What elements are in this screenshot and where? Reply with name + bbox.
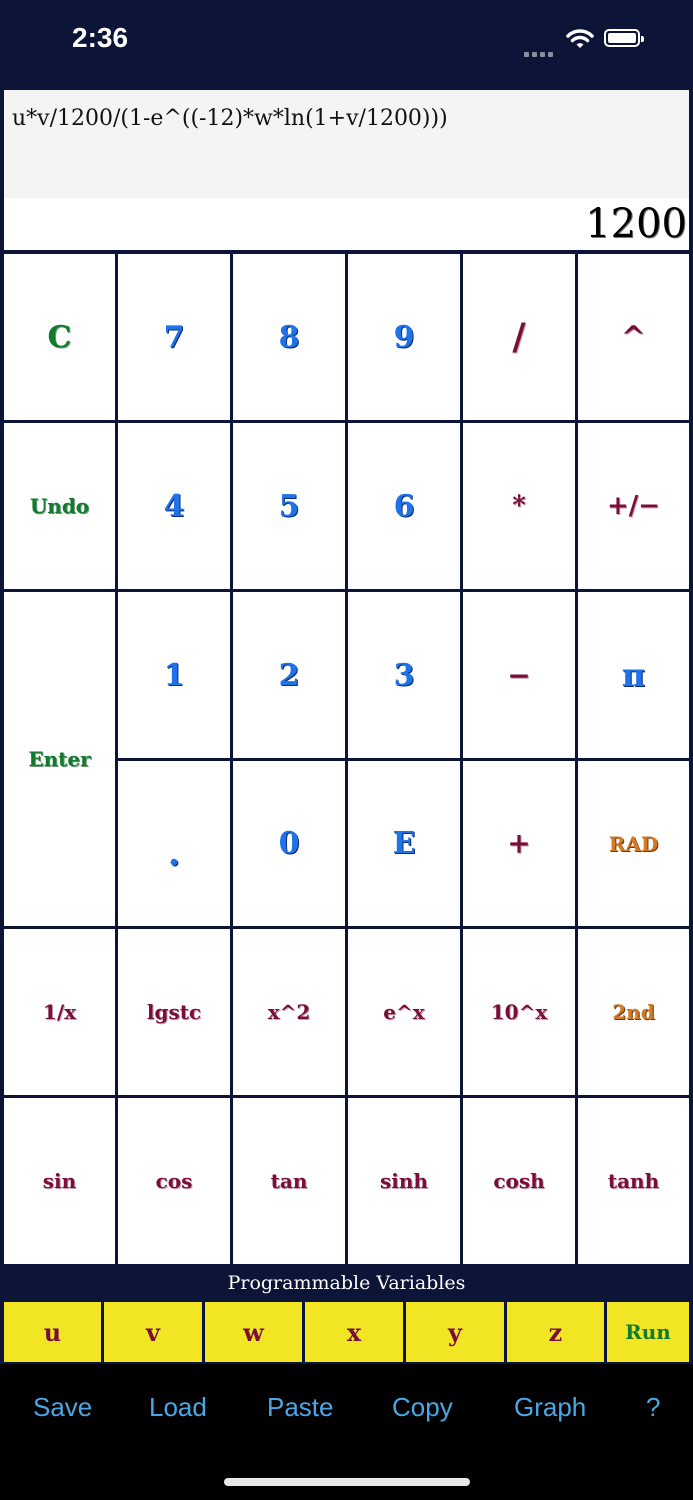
pi-button[interactable]: π	[578, 592, 689, 758]
status-time: 2:36	[72, 22, 129, 53]
variable-y-button[interactable]: y	[406, 1302, 504, 1362]
decimal-point-button[interactable]: .	[118, 761, 230, 926]
battery-icon	[604, 29, 644, 47]
lgstc-button[interactable]: lgstc	[118, 929, 230, 1095]
power-button[interactable]: ^	[578, 254, 689, 420]
variable-u-button[interactable]: u	[4, 1302, 101, 1362]
negate-button[interactable]: +/−	[578, 423, 689, 589]
undo-button[interactable]: Undo	[4, 423, 115, 589]
cos-button[interactable]: cos	[118, 1098, 230, 1264]
run-button[interactable]: Run	[607, 1302, 689, 1362]
variable-v-button[interactable]: v	[104, 1302, 202, 1362]
minus-button[interactable]: −	[463, 592, 575, 758]
key-5[interactable]: 5	[233, 423, 345, 589]
key-3[interactable]: 3	[348, 592, 460, 758]
tan-button[interactable]: tan	[233, 1098, 345, 1264]
key-1[interactable]: 1	[118, 592, 230, 758]
e-power-button[interactable]: e^x	[348, 929, 460, 1095]
enter-button[interactable]: Enter	[4, 592, 115, 926]
variable-z-button[interactable]: z	[507, 1302, 604, 1362]
help-button[interactable]: ?	[646, 1392, 660, 1423]
square-button[interactable]: x^2	[233, 929, 345, 1095]
key-7[interactable]: 7	[118, 254, 230, 420]
variables-bar: u v w x y z Run	[0, 1302, 693, 1364]
reciprocal-button[interactable]: 1/x	[4, 929, 115, 1095]
status-bar: 2:36	[0, 0, 693, 88]
rad-button[interactable]: RAD	[578, 761, 689, 926]
expression-display[interactable]: u*v/1200/(1-e^((-12)*w*ln(1+v/1200)))	[4, 90, 689, 198]
cosh-button[interactable]: cosh	[463, 1098, 575, 1264]
exponent-button[interactable]: E	[348, 761, 460, 926]
clear-button[interactable]: C	[4, 254, 115, 420]
result-display: 1200	[4, 198, 689, 250]
variable-x-button[interactable]: x	[305, 1302, 403, 1362]
graph-button[interactable]: Graph	[514, 1392, 586, 1423]
divide-button[interactable]: /	[463, 254, 575, 420]
sinh-button[interactable]: sinh	[348, 1098, 460, 1264]
second-function-button[interactable]: 2nd	[578, 929, 689, 1095]
ten-power-button[interactable]: 10^x	[463, 929, 575, 1095]
paste-button[interactable]: Paste	[267, 1392, 334, 1423]
key-9[interactable]: 9	[348, 254, 460, 420]
programmable-variables-label: Programmable Variables	[0, 1264, 693, 1302]
key-2[interactable]: 2	[233, 592, 345, 758]
key-4[interactable]: 4	[118, 423, 230, 589]
variable-w-button[interactable]: w	[205, 1302, 302, 1362]
cellular-signal-icon	[524, 42, 558, 57]
keypad: C 7 8 9 / ^ Undo 4 5 6 * +/− Enter 1 2 3…	[0, 252, 693, 1264]
plus-button[interactable]: +	[463, 761, 575, 926]
load-button[interactable]: Load	[149, 1392, 207, 1423]
save-button[interactable]: Save	[33, 1392, 92, 1423]
home-indicator[interactable]	[224, 1478, 470, 1486]
sin-button[interactable]: sin	[4, 1098, 115, 1264]
key-6[interactable]: 6	[348, 423, 460, 589]
multiply-button[interactable]: *	[463, 423, 575, 589]
tanh-button[interactable]: tanh	[578, 1098, 689, 1264]
wifi-icon	[566, 29, 594, 48]
key-0[interactable]: 0	[233, 761, 345, 926]
copy-button[interactable]: Copy	[392, 1392, 453, 1423]
key-8[interactable]: 8	[233, 254, 345, 420]
